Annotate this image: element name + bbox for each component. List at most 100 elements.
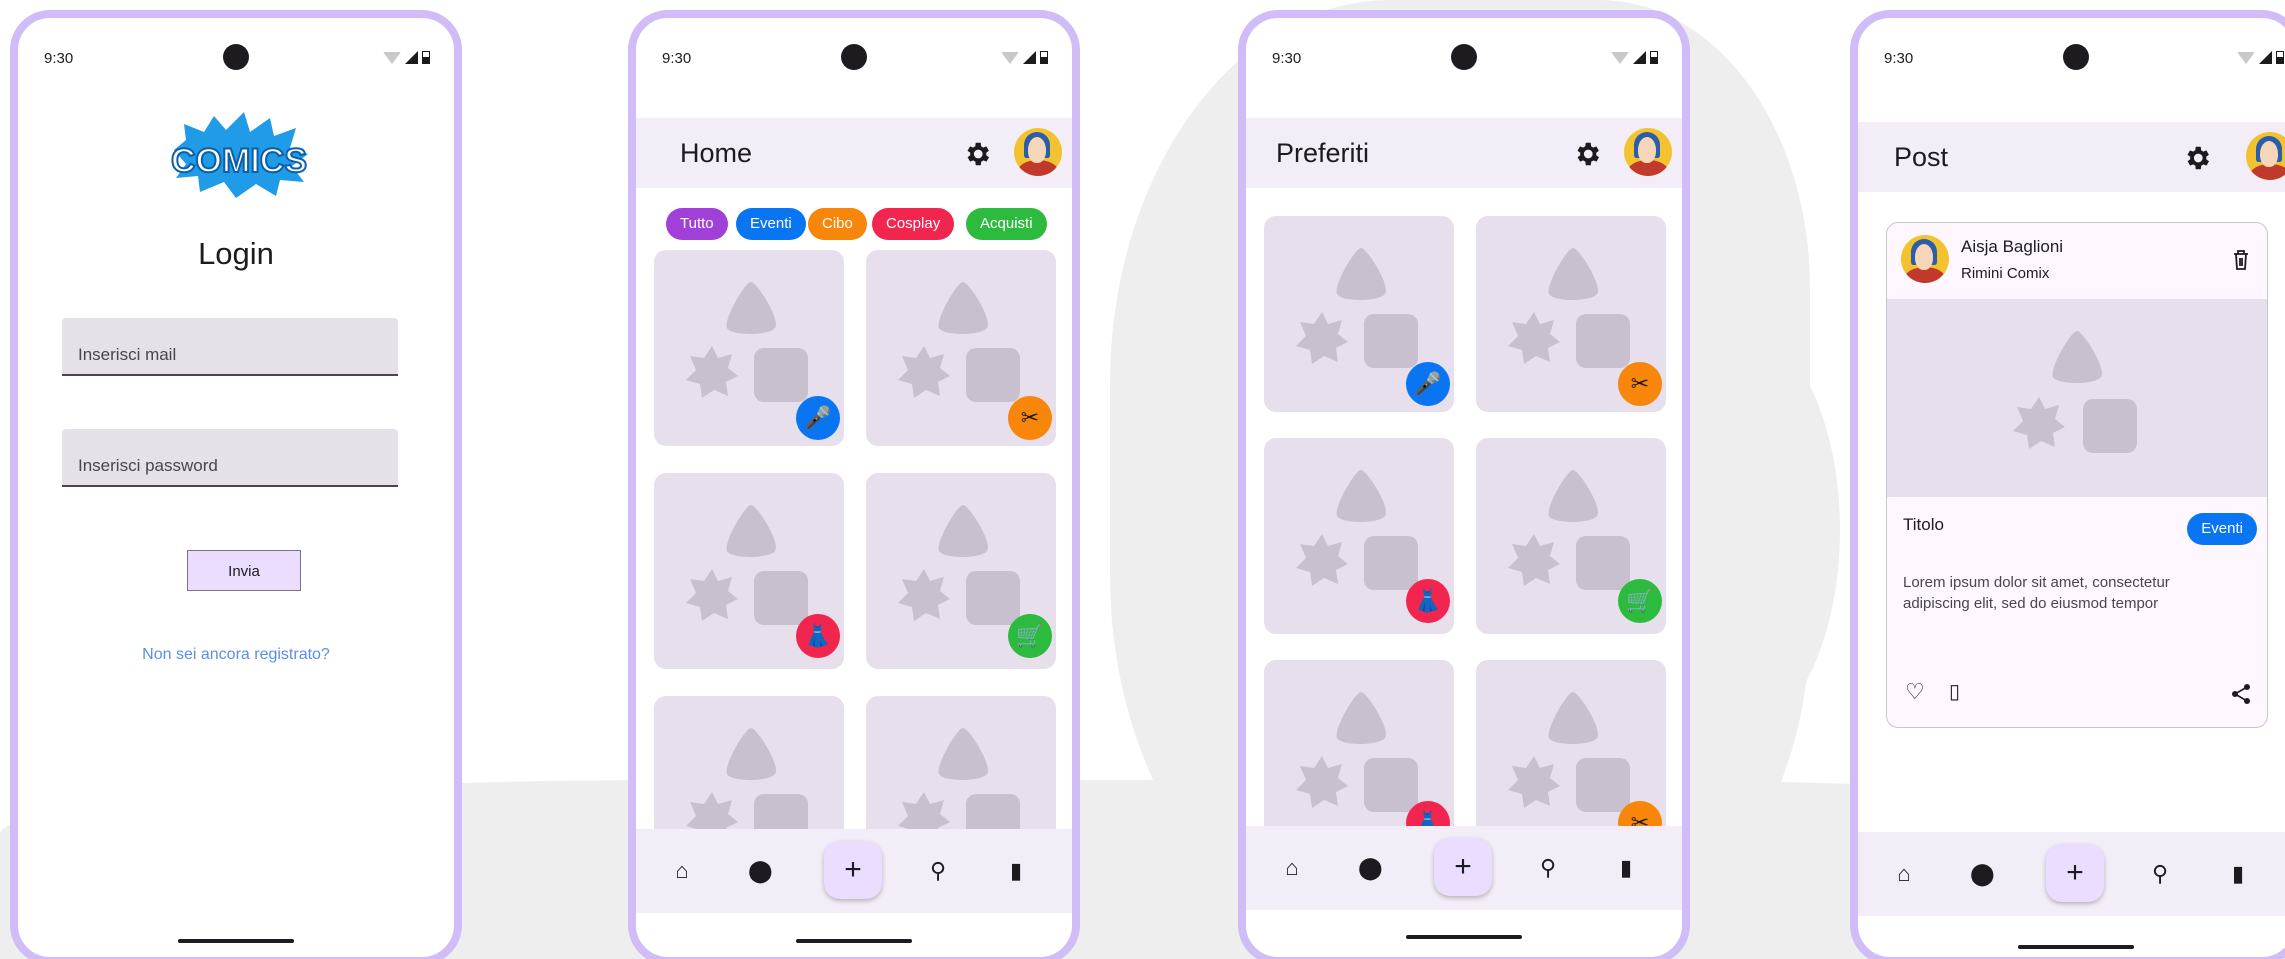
status-icons (1611, 51, 1658, 64)
login-title: Login (198, 236, 274, 271)
avatar[interactable] (2246, 132, 2285, 180)
signal-icon (2259, 51, 2272, 64)
placeholder-triangle (2052, 331, 2102, 383)
placeholder-star (1296, 534, 1348, 586)
add-button[interactable]: + (824, 841, 882, 899)
placeholder-triangle (1336, 470, 1386, 522)
cart-icon: 🛒 (1008, 614, 1052, 658)
post-body: Lorem ipsum dolor sit amet, consectetur … (1903, 574, 2170, 612)
share-icon[interactable] (2231, 683, 2251, 705)
placeholder-triangle (1336, 248, 1386, 300)
home-indicator (178, 939, 294, 943)
bookmark-icon[interactable]: ▮ (2226, 862, 2250, 886)
author-name: Aisja Baglioni (1961, 237, 2064, 256)
post-card[interactable]: 🛒 (866, 473, 1056, 669)
favorite-card[interactable]: 🛒 (1476, 438, 1666, 634)
home-icon[interactable]: ⌂ (670, 859, 694, 883)
top-app-bar: Home (636, 118, 1072, 188)
placeholder-square (1364, 758, 1418, 812)
placeholder-square (1576, 314, 1630, 368)
add-button[interactable]: + (2046, 844, 2104, 902)
post-card[interactable]: ✂ (866, 250, 1056, 446)
password-placeholder: Inserisci password (78, 456, 218, 475)
placeholder-star (1508, 534, 1560, 586)
post-card[interactable]: 👗 (654, 473, 844, 669)
gear-icon[interactable] (962, 139, 992, 169)
status-bar: 9:30 (18, 18, 454, 98)
camera-notch (1451, 44, 1477, 70)
battery-icon (1650, 51, 1658, 64)
bottom-nav: ⌂ ⬤ + ⚲ ▮ (1246, 826, 1682, 910)
email-field[interactable]: Inserisci mail (62, 318, 398, 376)
event-name: Rimini Comix (1961, 265, 2050, 282)
gear-icon[interactable] (2182, 143, 2212, 173)
category-tag[interactable]: Eventi (2187, 513, 2257, 545)
gear-icon[interactable] (1572, 139, 1602, 169)
phone-favorites: 9:30 Preferiti 🎤 ✂ 👗 🛒 👗 ✂ ⌂ ⬤ + ⚲ ▮ (1238, 10, 1690, 959)
status-bar: 9:30 (636, 18, 1072, 98)
favorite-card[interactable]: 🎤 (1264, 216, 1454, 412)
chip-cibo[interactable]: Cibo (808, 208, 867, 240)
favorite-card[interactable]: 👗 (1264, 438, 1454, 634)
post-image (1887, 299, 2267, 497)
camera-notch (2063, 44, 2089, 70)
avatar[interactable] (1624, 128, 1672, 176)
author-avatar (1901, 235, 1949, 283)
add-button[interactable]: + (1434, 838, 1492, 896)
home-icon[interactable]: ⌂ (1892, 862, 1916, 886)
chip-eventi[interactable]: Eventi (736, 208, 806, 240)
search-icon[interactable]: ⚲ (926, 859, 950, 883)
favorite-card[interactable]: ✂ (1476, 216, 1666, 412)
placeholder-star (2013, 397, 2065, 449)
password-field[interactable]: Inserisci password (62, 429, 398, 487)
bookmark-icon[interactable]: ▮ (1004, 859, 1028, 883)
placeholder-triangle (1548, 470, 1598, 522)
top-app-bar: Post (1858, 122, 2285, 192)
placeholder-square (1576, 758, 1630, 812)
post-header: Aisja Baglioni Rimini Comix (1887, 223, 2267, 299)
phone-login: 9:30 COMICS Login Inserisci mail Inseris… (10, 10, 462, 959)
dress-icon: 👗 (796, 614, 840, 658)
placeholder-star (686, 346, 738, 398)
placeholder-triangle (1548, 692, 1598, 744)
placeholder-star (686, 569, 738, 621)
placeholder-star (898, 346, 950, 398)
heart-icon[interactable]: ♡ (1905, 679, 1925, 705)
status-time: 9:30 (1272, 50, 1302, 67)
location-pin-icon[interactable]: ⬤ (1358, 856, 1383, 880)
comics-logo: COMICS (170, 112, 308, 198)
page-title: Post (1894, 142, 1949, 172)
placeholder-square (1364, 536, 1418, 590)
placeholder-square (966, 348, 1020, 402)
status-icons (1001, 51, 1048, 64)
chip-tutto[interactable]: Tutto (666, 208, 728, 240)
placeholder-triangle (1548, 248, 1598, 300)
status-icons (2237, 51, 2284, 64)
wifi-icon (1001, 52, 1019, 64)
submit-button[interactable]: Invia (187, 550, 301, 591)
location-pin-icon[interactable]: ⬤ (1970, 862, 1995, 886)
bookmark-outline-icon[interactable]: ▯ (1949, 679, 1960, 704)
chip-acquisti[interactable]: Acquisti (966, 208, 1047, 240)
home-indicator (2018, 945, 2134, 949)
phone-home: 9:30 Home Tutto Eventi Cibo Cosplay Acqu… (628, 10, 1080, 959)
page-title: Home (680, 138, 753, 168)
camera-notch (841, 44, 867, 70)
page-title: Preferiti (1276, 138, 1370, 168)
search-icon[interactable]: ⚲ (2148, 862, 2172, 886)
chip-cosplay[interactable]: Cosplay (872, 208, 955, 240)
placeholder-triangle (726, 282, 776, 334)
home-icon[interactable]: ⌂ (1280, 856, 1304, 880)
top-app-bar: Preferiti (1246, 118, 1682, 188)
placeholder-star (1508, 756, 1560, 808)
bookmark-icon[interactable]: ▮ (1614, 856, 1638, 880)
location-pin-icon[interactable]: ⬤ (748, 859, 773, 883)
avatar[interactable] (1014, 128, 1062, 176)
register-link[interactable]: Non sei ancora registrato? (18, 646, 454, 664)
home-indicator (796, 939, 912, 943)
utensils-icon: ✂ (1618, 362, 1662, 406)
post-card[interactable]: 🎤 (654, 250, 844, 446)
trash-icon[interactable] (2231, 249, 2251, 271)
microphone-icon: 🎤 (796, 396, 840, 440)
search-icon[interactable]: ⚲ (1536, 856, 1560, 880)
